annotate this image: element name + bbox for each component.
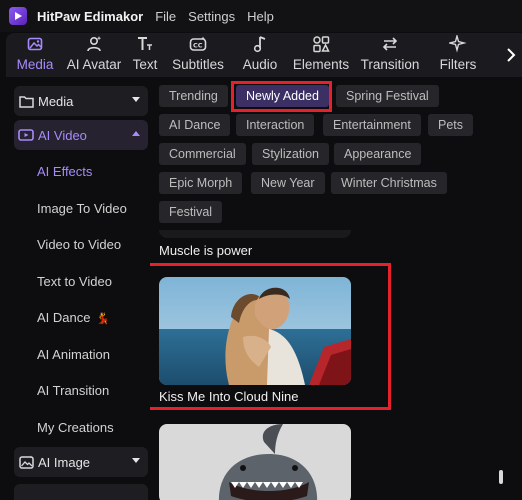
app-logo-icon: [9, 7, 27, 25]
text-icon: [136, 34, 154, 54]
scrollbar-thumb[interactable]: [499, 470, 503, 484]
tab-filters-label: Filters: [439, 57, 477, 72]
chip-pets[interactable]: Pets: [428, 114, 474, 136]
dancer-icon: 💃: [96, 313, 110, 325]
menu-file[interactable]: File: [155, 9, 176, 24]
media-icon: [27, 34, 43, 54]
tab-subtitles[interactable]: CC Subtitles: [166, 33, 230, 77]
app-title: HitPaw Edimakor: [37, 8, 144, 24]
sidebar-item-ai-transition[interactable]: AI Transition: [37, 383, 109, 398]
filters-icon: [449, 34, 467, 54]
transition-icon: [381, 34, 399, 54]
svg-text:CC: CC: [193, 42, 203, 50]
sidebar-item-video-to-video[interactable]: Video to Video: [37, 237, 121, 252]
chip-festival[interactable]: Festival: [159, 201, 223, 223]
tab-audio[interactable]: Audio: [230, 33, 290, 77]
caret-down-icon: [132, 458, 140, 463]
sidebar-item-image-to-video[interactable]: Image To Video: [37, 201, 127, 216]
sidebar-item-text-to-video[interactable]: Text to Video: [37, 274, 112, 289]
tab-transition[interactable]: Transition: [352, 33, 428, 77]
ai-image-icon: [18, 454, 34, 470]
sidebar-next-section[interactable]: [14, 484, 148, 500]
caret-down-icon: [132, 97, 140, 102]
chip-winter-christmas[interactable]: Winter Christmas: [331, 172, 447, 194]
sidebar-ai-image[interactable]: AI Image: [14, 447, 148, 477]
tab-transition-label: Transition: [360, 57, 420, 72]
tab-text[interactable]: Text: [124, 33, 166, 77]
sidebar-ai-image-label: AI Image: [38, 454, 91, 470]
effect-title-muscle[interactable]: Muscle is power: [159, 243, 252, 258]
previous-effect-thumbnail[interactable]: [159, 230, 351, 238]
tab-text-label: Text: [132, 57, 158, 72]
chip-ai-dance[interactable]: AI Dance: [159, 114, 231, 136]
tab-media-label: Media: [16, 57, 54, 72]
sidebar: Media AI Video AI Effects Image To Video…: [6, 80, 149, 500]
elements-icon: [312, 34, 330, 54]
sidebar-item-ai-dance-label: AI Dance: [37, 310, 91, 325]
effect-title-kiss[interactable]: Kiss Me Into Cloud Nine: [159, 389, 298, 404]
tab-audio-label: Audio: [242, 57, 278, 72]
chip-commercial[interactable]: Commercial: [159, 143, 246, 165]
tab-elements[interactable]: Elements: [290, 33, 352, 77]
tab-media[interactable]: Media: [6, 33, 64, 77]
effect-thumbnail-shark[interactable]: [159, 424, 351, 500]
tab-subtitles-label: Subtitles: [172, 57, 224, 72]
sidebar-media[interactable]: Media: [14, 86, 148, 116]
ai-video-icon: [18, 127, 34, 143]
title-bar: HitPaw Edimakor File Settings Help: [0, 0, 522, 32]
effects-panel: Trending Newly Added Spring Festival AI …: [150, 80, 522, 500]
chip-interaction[interactable]: Interaction: [236, 114, 315, 136]
sidebar-item-ai-dance[interactable]: AI Dance 💃: [37, 310, 110, 325]
sidebar-media-label: Media: [38, 93, 74, 109]
chip-entertainment[interactable]: Entertainment: [323, 114, 421, 136]
chevron-right-icon[interactable]: [500, 33, 522, 77]
chip-appearance[interactable]: Appearance: [334, 143, 422, 165]
chip-spring-festival[interactable]: Spring Festival: [336, 85, 439, 107]
folder-icon: [18, 93, 34, 109]
avatar-icon: [85, 34, 103, 54]
tab-elements-label: Elements: [292, 57, 350, 72]
chip-new-year[interactable]: New Year: [251, 172, 325, 194]
sidebar-ai-video[interactable]: AI Video: [14, 120, 148, 150]
chip-newly-added[interactable]: Newly Added: [236, 85, 329, 107]
sidebar-item-my-creations[interactable]: My Creations: [37, 420, 114, 435]
menu-help[interactable]: Help: [247, 9, 274, 24]
chip-trending[interactable]: Trending: [159, 85, 228, 107]
sidebar-ai-video-label: AI Video: [38, 127, 87, 143]
tab-ai-avatar[interactable]: AI Avatar: [64, 33, 124, 77]
caret-up-icon: [132, 131, 140, 136]
main-toolbar: Media AI Avatar Text CC Subtitles Audio …: [6, 33, 522, 77]
chip-stylization[interactable]: Stylization: [252, 143, 329, 165]
subtitles-icon: CC: [189, 34, 207, 54]
tab-filters[interactable]: Filters: [428, 33, 488, 77]
tab-ai-avatar-label: AI Avatar: [66, 57, 122, 72]
sidebar-item-ai-effects[interactable]: AI Effects: [37, 164, 92, 179]
sidebar-item-ai-animation[interactable]: AI Animation: [37, 347, 110, 362]
effect-thumbnail-kiss[interactable]: [159, 277, 351, 385]
menu-settings[interactable]: Settings: [188, 9, 235, 24]
chip-epic-morph[interactable]: Epic Morph: [159, 172, 243, 194]
audio-icon: [252, 34, 268, 54]
